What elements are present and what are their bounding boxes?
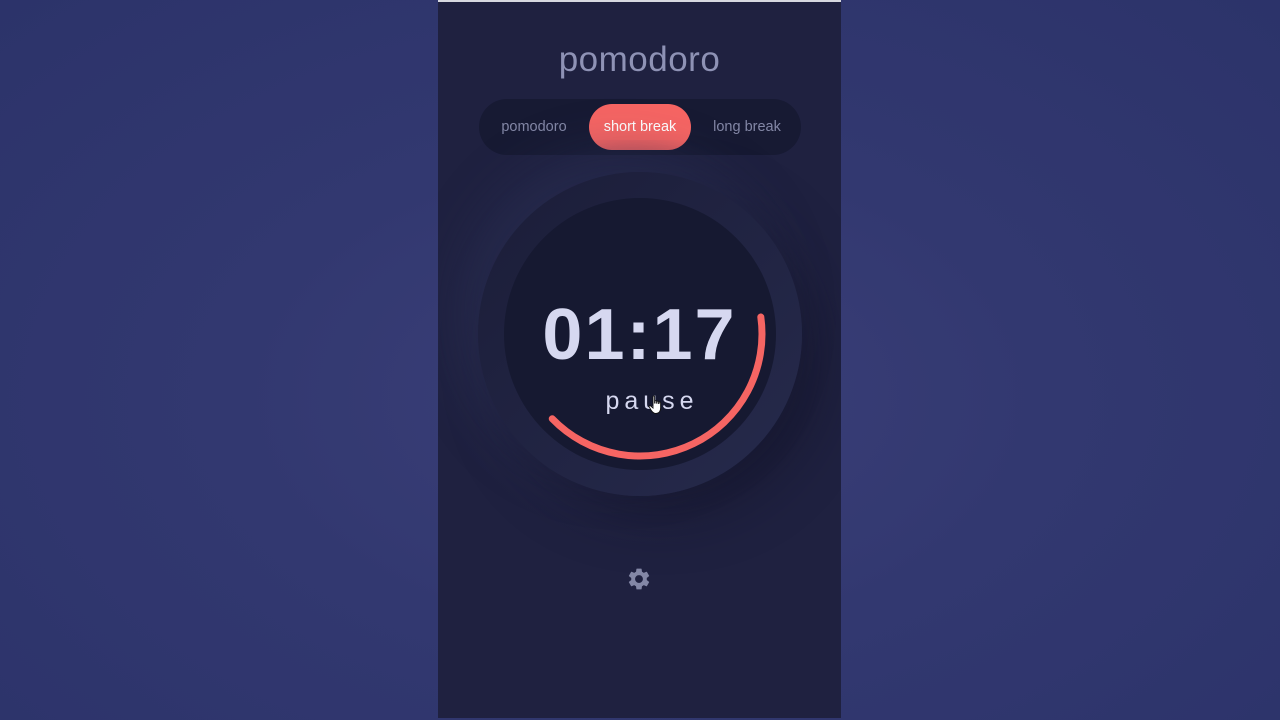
- timer-display: 01:17: [542, 295, 737, 375]
- hand-pointer-icon: [648, 395, 662, 414]
- pomodoro-app: pomodoro pomodoro short break long break…: [438, 2, 841, 718]
- gear-icon[interactable]: [626, 566, 652, 592]
- pause-button[interactable]: pause: [438, 387, 841, 416]
- app-title: pomodoro: [558, 40, 721, 79]
